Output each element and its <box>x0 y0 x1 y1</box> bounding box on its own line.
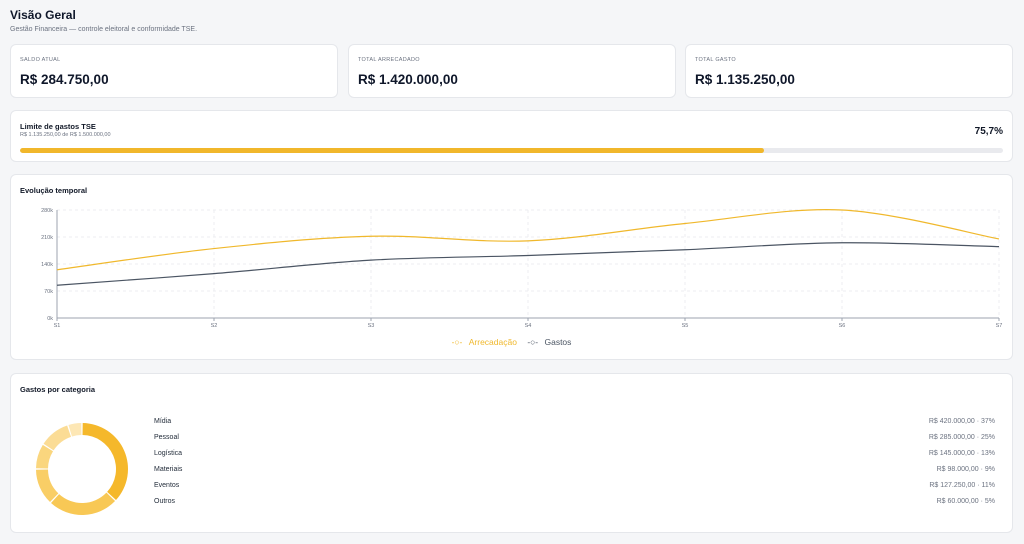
x-tick-label: S3 <box>368 323 375 329</box>
donut-slice[interactable] <box>51 492 116 515</box>
donut-slice[interactable] <box>36 469 59 503</box>
line-chart: 0k 70k 140k 210k 280k S1 S2 S3 S4 S5 S6 S7 <box>41 208 1003 329</box>
kpi-card-saldo: SALDO ATUAL R$ 284.750,00 <box>10 44 338 98</box>
donut-slice[interactable] <box>82 423 128 500</box>
y-tick-label: 0k <box>47 316 53 322</box>
x-tick-label: S4 <box>525 323 532 329</box>
legend-label: Arrecadação <box>468 337 517 347</box>
y-tick-label: 210k <box>41 235 53 241</box>
category-value: R$ 420.000,00 · 37% <box>928 418 995 425</box>
limit-subtitle: R$ 1.135.250,00 de R$ 1.500.000,00 <box>20 132 111 138</box>
list-item: Materiais R$ 98.000,00 · 9% <box>154 466 995 478</box>
donut-slice[interactable] <box>43 425 72 451</box>
list-item: Pessoal R$ 285.000,00 · 25% <box>154 434 995 446</box>
y-tick-label: 280k <box>41 208 53 214</box>
list-item: Mídia R$ 420.000,00 · 37% <box>154 418 995 430</box>
kpi-value: R$ 1.420.000,00 <box>358 72 458 87</box>
legend-item-arrecadacao[interactable]: -○- Arrecadação <box>450 337 519 347</box>
limit-percent: 75,7% <box>974 126 1003 137</box>
legend-marker-icon: -○- <box>527 337 539 347</box>
kpi-label: TOTAL ARRECADADO <box>358 57 420 63</box>
category-name: Outros <box>154 498 176 505</box>
page-header: Visão Geral Gestão Financeira — controle… <box>10 8 197 33</box>
limit-card: Limite de gastos TSE R$ 1.135.250,00 de … <box>10 110 1013 162</box>
x-tick-label: S7 <box>996 323 1003 329</box>
y-tick-label: 70k <box>44 289 53 295</box>
category-title: Gastos por categoria <box>20 385 96 394</box>
category-value: R$ 98.000,00 · 9% <box>936 466 995 473</box>
category-card: Gastos por categoria Mídia R$ 420.000,00 … <box>10 373 1013 533</box>
category-value: R$ 285.000,00 · 25% <box>928 434 995 441</box>
x-tick-label: S2 <box>211 323 218 329</box>
limit-progress-fill <box>20 148 765 153</box>
legend-label: Gastos <box>544 337 572 347</box>
donut-slice[interactable] <box>68 423 82 437</box>
legend-item-gastos[interactable]: -○- Gastos <box>525 337 573 347</box>
limit-title: Limite de gastos TSE <box>20 122 96 131</box>
x-tick-label: S1 <box>54 323 61 329</box>
list-item: Logística R$ 145.000,00 · 13% <box>154 450 995 462</box>
list-item: Outros R$ 60.000,00 · 5% <box>154 498 995 510</box>
category-name: Eventos <box>154 482 180 489</box>
page-title: Visão Geral <box>10 8 76 22</box>
category-value: R$ 145.000,00 · 13% <box>928 450 995 457</box>
kpi-card-gasto: TOTAL GASTO R$ 1.135.250,00 <box>685 44 1013 98</box>
kpi-label: TOTAL GASTO <box>695 57 736 63</box>
kpi-card-arrecadado: TOTAL ARRECADADO R$ 1.420.000,00 <box>348 44 676 98</box>
x-tick-label: S5 <box>682 323 689 329</box>
kpi-value: R$ 284.750,00 <box>20 72 109 87</box>
limit-progress-track <box>20 148 1003 153</box>
kpi-value: R$ 1.135.250,00 <box>695 72 795 87</box>
category-name: Logística <box>154 450 183 457</box>
category-value: R$ 60.000,00 · 5% <box>936 498 995 505</box>
y-tick-label: 140k <box>41 262 53 268</box>
kpi-label: SALDO ATUAL <box>20 57 61 63</box>
chart-legend[interactable]: -○- Arrecadação -○- Gastos <box>11 337 1012 347</box>
legend-marker-icon: -○- <box>451 337 463 347</box>
donut-chart <box>36 423 128 515</box>
x-tick-label: S6 <box>839 323 846 329</box>
category-name: Pessoal <box>154 434 179 441</box>
category-name: Mídia <box>154 418 172 425</box>
category-value: R$ 127.250,00 · 11% <box>929 482 995 489</box>
category-name: Materiais <box>154 466 183 473</box>
list-item: Eventos R$ 127.250,00 · 11% <box>154 482 995 494</box>
page-subtitle: Gestão Financeira — controle eleitoral e… <box>10 26 198 33</box>
donut-slice[interactable] <box>36 444 54 469</box>
chart-card: Evolução temporal 0k 70k 140k 210k 280k S1 S2 S… <box>10 174 1013 360</box>
